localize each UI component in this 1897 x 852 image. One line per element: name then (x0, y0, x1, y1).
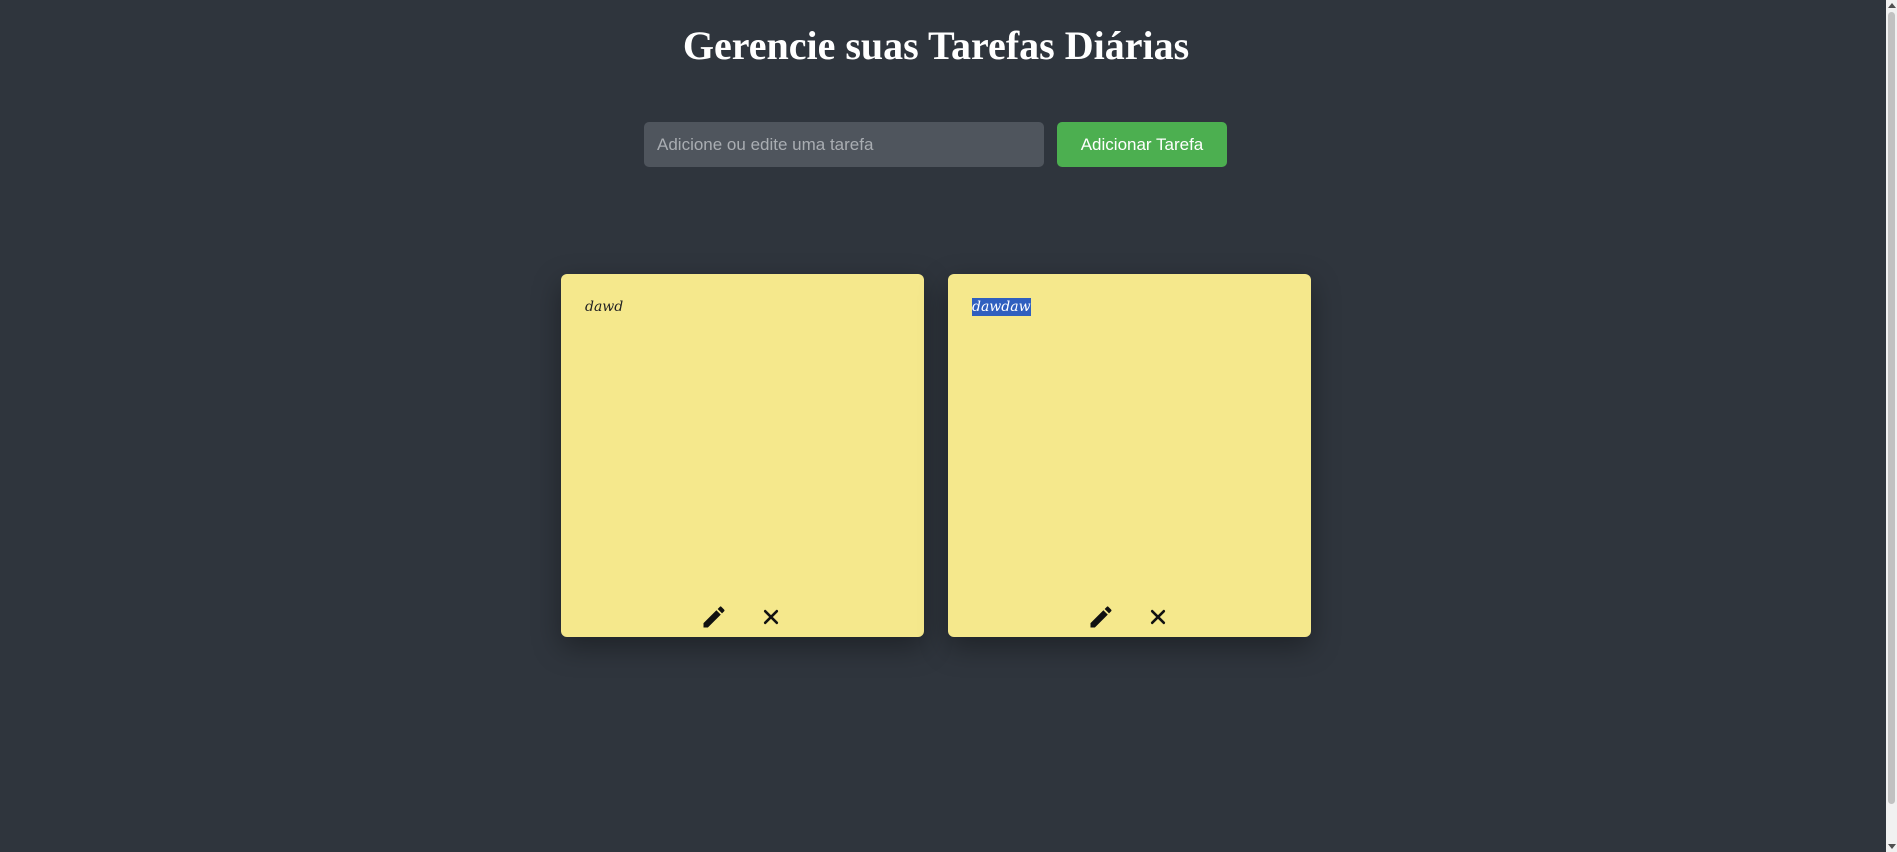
add-task-button[interactable]: Adicionar Tarefa (1057, 122, 1227, 167)
pencil-icon[interactable] (1087, 603, 1115, 631)
close-icon[interactable] (1144, 603, 1172, 631)
pencil-icon[interactable] (700, 603, 728, 631)
page: Gerencie suas Tarefas Diárias Adicionar … (0, 0, 1897, 852)
scroll-thumb[interactable] (1888, 12, 1895, 804)
task-note-actions (948, 603, 1311, 631)
task-note-actions (561, 603, 924, 631)
task-note-text: dawd (585, 299, 624, 315)
vertical-scrollbar[interactable] (1886, 0, 1897, 852)
scroll-down-arrow-icon[interactable] (1888, 844, 1896, 849)
scroll-up-arrow-icon[interactable] (1888, 3, 1896, 8)
close-icon[interactable] (757, 603, 785, 631)
task-input[interactable] (644, 122, 1044, 167)
task-note-text: dawdaw (972, 298, 1031, 316)
task-note: dawdaw (948, 274, 1311, 637)
task-note: dawd (561, 274, 924, 637)
page-title: Gerencie suas Tarefas Diárias (682, 23, 1190, 68)
